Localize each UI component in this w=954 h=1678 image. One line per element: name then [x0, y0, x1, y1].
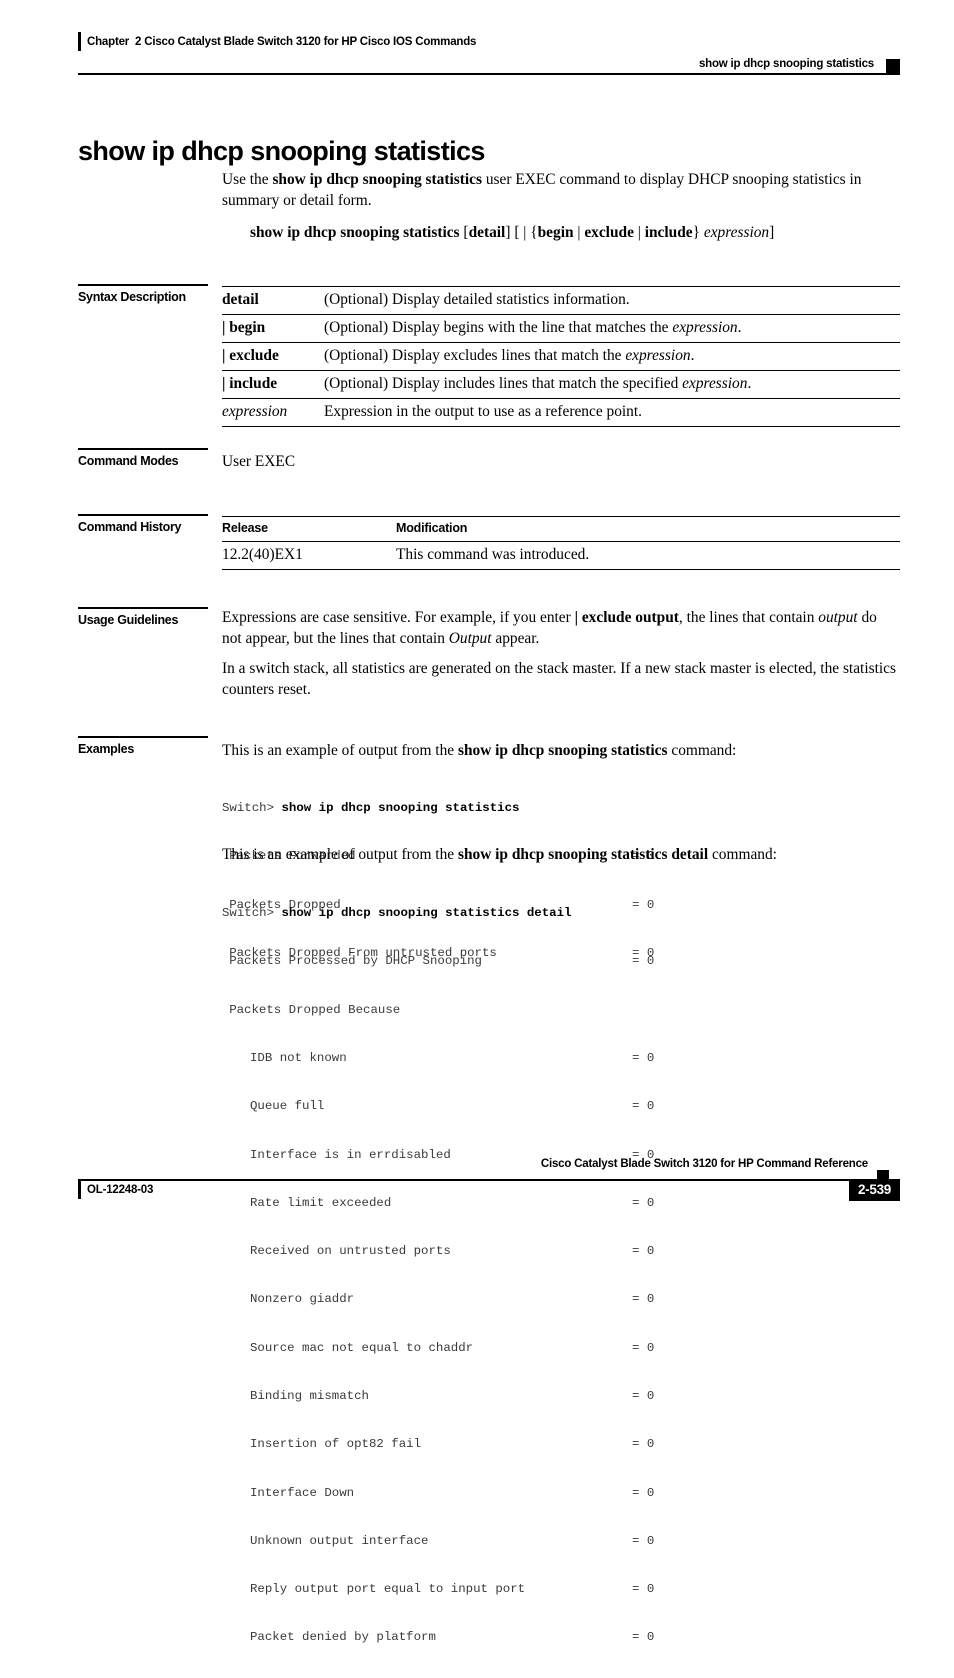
syntax-term: | begin — [222, 319, 266, 336]
syntax-desc: Expression in the output to use as a ref… — [324, 403, 642, 420]
examples-intro-2: This is an example of output from the sh… — [222, 846, 777, 863]
syntax-command: show ip dhcp snooping statistics — [250, 224, 460, 241]
command-syntax-line: show ip dhcp snooping statistics [detail… — [250, 224, 775, 241]
code-command-line: Switch> show ip dhcp snooping statistics… — [222, 906, 572, 921]
syntax-close-bracket: ] — [769, 224, 775, 241]
column-header-modification: Modification — [396, 521, 468, 535]
section-label-examples: Examples — [78, 736, 208, 756]
syntax-desc: (Optional) Display detailed statistics i… — [324, 291, 630, 308]
syntax-optional-detail: [detail] — [463, 224, 511, 241]
intro-paragraph: Use the show ip dhcp snooping statistics… — [222, 170, 900, 211]
header-rule — [78, 73, 900, 75]
syntax-term: | include — [222, 375, 278, 392]
command-history-table: Release Modification 12.2(40)EX1 This co… — [222, 516, 900, 570]
header-square-marker — [886, 59, 900, 73]
document-page: Chapter 2 Cisco Catalyst Blade Switch 31… — [0, 0, 954, 1644]
code-output-row: IDB not known = 0 — [250, 1051, 655, 1066]
code-output-row: Reply output port equal to input port = 0 — [250, 1582, 655, 1597]
syntax-term: expression — [222, 403, 288, 420]
code-output-row: Nonzero giaddr = 0 — [250, 1292, 655, 1307]
table-row: | exclude (Optional) Display excludes li… — [222, 343, 900, 371]
syntax-desc: (Optional) Display includes lines that m… — [324, 375, 752, 392]
code-output-row: Source mac not equal to chaddr = 0 — [250, 1340, 655, 1355]
table-row: detail (Optional) Display detailed stati… — [222, 286, 900, 315]
table-header-row: Release Modification — [222, 516, 900, 542]
syntax-desc: (Optional) Display begins with the line … — [324, 319, 742, 336]
code-output-row: Insertion of opt82 fail = 0 — [250, 1437, 655, 1452]
code-output-row: Queue full = 0 — [250, 1099, 655, 1114]
header-left-tick — [78, 32, 81, 51]
syntax-expression: expression — [703, 224, 770, 241]
section-label-syntax-description: Syntax Description — [78, 284, 208, 304]
section-label-command-modes: Command Modes — [78, 448, 208, 468]
examples-intro-1: This is an example of output from the sh… — [222, 742, 737, 759]
footer-document-id: OL-12248-03 — [87, 1184, 154, 1196]
release-value: 12.2(40)EX1 — [222, 546, 303, 563]
syntax-description-table: detail (Optional) Display detailed stati… — [222, 286, 900, 427]
syntax-keyword-include: include — [644, 224, 693, 241]
section-label-usage-guidelines: Usage Guidelines — [78, 607, 208, 627]
command-modes-value: User EXEC — [222, 453, 296, 470]
header-chapter-text: Chapter 2 Cisco Catalyst Blade Switch 31… — [87, 36, 477, 48]
code-output-row: Packets Processed by DHCP Snooping = 0 — [229, 954, 655, 969]
section-label-command-history: Command History — [78, 514, 208, 534]
syntax-desc: (Optional) Display excludes lines that m… — [324, 347, 695, 364]
syntax-pipe-open: [ | { — [514, 224, 538, 241]
syntax-term: detail — [222, 291, 259, 308]
footer-document-title: Cisco Catalyst Blade Switch 3120 for HP … — [540, 1158, 868, 1170]
intro-command: show ip dhcp snooping statistics — [272, 171, 482, 188]
code-block-detail: Switch> show ip dhcp snooping statistics… — [222, 873, 655, 1678]
footer-rule — [78, 1179, 900, 1181]
code-output-row: Packet denied by platform = 0 — [250, 1630, 655, 1645]
table-row: expression Expression in the output to u… — [222, 399, 900, 427]
table-row: 12.2(40)EX1 This command was introduced. — [222, 542, 900, 570]
table-row: | begin (Optional) Display begins with t… — [222, 315, 900, 343]
code-output-row: Packets Dropped Because — [229, 1002, 401, 1017]
intro-before: Use the — [222, 171, 273, 188]
syntax-keyword-exclude: exclude — [584, 224, 634, 241]
code-output-row: Interface Down = 0 — [250, 1485, 655, 1500]
syntax-keyword-begin: begin — [537, 224, 574, 241]
modification-value: This command was introduced. — [396, 546, 590, 563]
syntax-term: | exclude — [222, 347, 279, 364]
code-output-row: Unknown output interface = 0 — [250, 1533, 655, 1548]
code-output-row: Received on untrusted ports = 0 — [250, 1244, 655, 1259]
footer-page-number: 2-539 — [848, 1180, 900, 1201]
column-header-release: Release — [222, 521, 268, 535]
code-output-row: Binding mismatch = 0 — [250, 1389, 655, 1403]
footer-left-tick — [78, 1181, 81, 1199]
code-command-line: Switch> show ip dhcp snooping statistics — [222, 801, 520, 816]
usage-paragraph-2: In a switch stack, all statistics are ge… — [222, 660, 896, 698]
page-title: show ip dhcp snooping statistics — [78, 136, 485, 167]
usage-paragraph-1: Expressions are case sensitive. For exam… — [222, 609, 877, 647]
header-running-title: show ip dhcp snooping statistics — [692, 56, 874, 72]
header-chapter-row: Chapter 2 Cisco Catalyst Blade Switch 31… — [78, 32, 900, 52]
header-title-row: show ip dhcp snooping statistics — [78, 56, 900, 78]
page-footer: Cisco Catalyst Blade Switch 3120 for HP … — [78, 1158, 900, 1208]
running-header: Chapter 2 Cisco Catalyst Blade Switch 31… — [78, 32, 900, 78]
table-row: | include (Optional) Display includes li… — [222, 371, 900, 399]
